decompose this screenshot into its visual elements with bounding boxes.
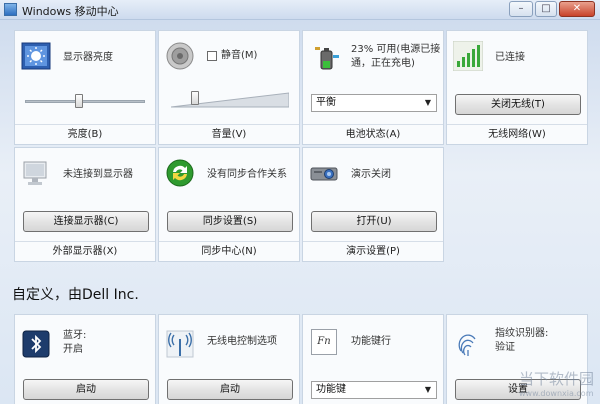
- maximize-button[interactable]: □: [535, 1, 557, 17]
- bluetooth-icon: [22, 330, 50, 358]
- watermark-line1: 当下软件园: [518, 370, 594, 388]
- display-status: 未连接到显示器: [63, 169, 133, 180]
- external-display-tile: 未连接到显示器 连接显示器(C) 外部显示器(X): [14, 147, 156, 262]
- disable-wireless-button[interactable]: 关闭无线(T): [455, 94, 581, 115]
- brightness-slider-thumb[interactable]: [75, 94, 83, 108]
- brightness-tile: 显示器亮度 亮度(B): [14, 30, 156, 145]
- brightness-label: 显示器亮度: [63, 52, 113, 63]
- watermark-line2: www.downxia.com: [518, 389, 594, 398]
- watermark: 当下软件园 www.downxia.com: [519, 368, 594, 398]
- chevron-down-icon: ▼: [424, 385, 431, 394]
- fn-key-icon: Fn: [311, 329, 337, 355]
- external-display-footer: 外部显示器(X): [15, 241, 155, 261]
- fingerprint-label-line2: 验证: [495, 342, 515, 353]
- battery-tile: 23% 可用(电源已接通，正在充电) 平衡 ▼ 电池状态(A): [302, 30, 444, 145]
- sync-settings-button[interactable]: 同步设置(S): [167, 211, 293, 232]
- window-title: Windows 移动中心: [22, 5, 119, 18]
- sync-icon: [166, 159, 194, 187]
- display-brightness-icon: [21, 42, 51, 70]
- monitor-icon: [23, 161, 47, 185]
- wireless-tile: 已连接 关闭无线(T) 无线网络(W): [446, 30, 588, 145]
- bluetooth-label-line2: 开启: [63, 344, 83, 355]
- volume-slider-thumb[interactable]: [190, 91, 199, 105]
- bluetooth-tile: 蓝牙: 开启 启动: [14, 314, 156, 404]
- minimize-button[interactable]: –: [509, 1, 533, 17]
- radio-control-tile: 无线电控制选项 启动: [158, 314, 300, 404]
- mute-label: 静音(M): [221, 50, 258, 61]
- sync-footer: 同步中心(N): [159, 241, 299, 261]
- volume-footer: 音量(V): [159, 124, 299, 144]
- connect-display-button[interactable]: 连接显示器(C): [23, 211, 149, 232]
- function-key-tile: Fn 功能键行 功能键 ▼: [302, 314, 444, 404]
- presentation-status: 演示关闭: [351, 169, 391, 180]
- app-icon: [4, 3, 17, 16]
- battery-footer: 电池状态(A): [303, 124, 443, 144]
- speaker-icon: [166, 42, 194, 70]
- presentation-tile: 演示关闭 打开(U) 演示设置(P): [302, 147, 444, 262]
- presentation-footer: 演示设置(P): [303, 241, 443, 261]
- bluetooth-label: 蓝牙: 开启: [63, 329, 86, 357]
- power-plan-select[interactable]: 平衡 ▼: [311, 94, 437, 112]
- title-bar: Windows 移动中心 – □ ✕: [0, 0, 600, 20]
- chevron-down-icon: ▼: [424, 98, 431, 107]
- brightness-slider-track[interactable]: [25, 100, 145, 103]
- mobility-center: 显示器亮度 亮度(B) 静音(M) 音量(V) 23% 可用(电源已接通，正在充…: [0, 20, 600, 404]
- bluetooth-label-line1: 蓝牙:: [63, 330, 87, 341]
- close-button[interactable]: ✕: [559, 1, 595, 17]
- volume-ramp: [171, 92, 289, 108]
- bluetooth-start-button[interactable]: 启动: [23, 379, 149, 400]
- function-key-select[interactable]: 功能键 ▼: [311, 381, 437, 399]
- power-plan-value: 平衡: [316, 97, 336, 108]
- battery-plug-icon: [315, 47, 339, 70]
- volume-tile: 静音(M) 音量(V): [158, 30, 300, 145]
- battery-status: 23% 可用(电源已接通，正在充电): [351, 44, 441, 69]
- fingerprint-icon: [458, 334, 476, 356]
- mute-checkbox[interactable]: [207, 51, 217, 61]
- fingerprint-label-line1: 指纹识别器:: [495, 328, 549, 339]
- radio-start-button[interactable]: 启动: [167, 379, 293, 400]
- fingerprint-label: 指纹识别器: 验证: [495, 327, 548, 355]
- custom-section-title: 自定义，由Dell Inc.: [12, 287, 139, 303]
- function-key-label: 功能键行: [351, 336, 391, 347]
- wireless-footer: 无线网络(W): [447, 124, 587, 144]
- sync-tile: 没有同步合作关系 同步设置(S) 同步中心(N): [158, 147, 300, 262]
- wifi-signal-icon: [453, 41, 483, 71]
- brightness-footer: 亮度(B): [15, 124, 155, 144]
- radio-tower-icon: [166, 330, 194, 358]
- function-key-value: 功能键: [316, 384, 346, 395]
- presentation-on-button[interactable]: 打开(U): [311, 211, 437, 232]
- projector-icon: [310, 167, 338, 181]
- sync-status: 没有同步合作关系: [207, 169, 287, 180]
- radio-control-label: 无线电控制选项: [207, 336, 277, 347]
- wireless-status: 已连接: [495, 52, 525, 63]
